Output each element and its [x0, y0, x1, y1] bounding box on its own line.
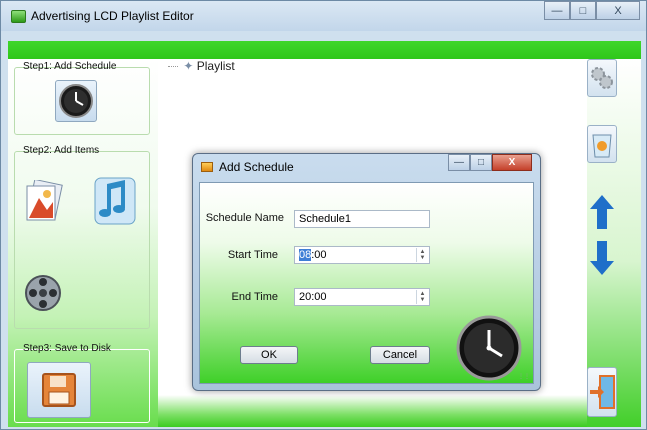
ok-button[interactable]: OK: [240, 346, 298, 364]
add-music-button[interactable]: [91, 174, 139, 228]
schedule-name-label: Schedule Name: [205, 212, 284, 224]
tree-node-icon: ✦: [183, 59, 194, 73]
close-icon: X: [614, 4, 622, 17]
title-bar[interactable]: Advertising LCD Playlist Editor — □ X: [1, 1, 646, 31]
end-time-spinner[interactable]: ▲ ▼: [416, 290, 428, 304]
add-image-button[interactable]: [21, 178, 65, 224]
add-schedule-dialog: Add Schedule — □ X Schedule Name Schedul…: [192, 153, 541, 391]
minimize-icon: —: [454, 157, 464, 168]
image-icon: [26, 180, 63, 221]
tree-line: [168, 66, 178, 68]
gear-icon: [591, 67, 613, 89]
arrow-up-icon: [590, 195, 614, 229]
start-time-minutes[interactable]: :00: [311, 249, 326, 261]
tree-root-label[interactable]: Playlist: [197, 59, 235, 73]
window-controls: — □ X: [544, 1, 640, 20]
step3-label: Step3: Save to Disk: [23, 343, 111, 354]
step3-group: Step3: Save to Disk: [14, 343, 150, 423]
dialog-icon: [201, 162, 213, 172]
step2-group: Step2: Add Items: [14, 145, 150, 329]
step2-label: Step2: Add Items: [23, 145, 100, 156]
floppy-disk-icon: [42, 373, 76, 407]
film-reel-icon: [25, 275, 61, 311]
cancel-button[interactable]: Cancel: [370, 346, 430, 364]
move-up-button[interactable]: [587, 191, 617, 233]
dialog-maximize-button[interactable]: □: [470, 154, 492, 171]
close-button[interactable]: X: [596, 1, 640, 20]
delete-button[interactable]: [587, 125, 617, 163]
close-icon: X: [508, 157, 516, 168]
app-icon: [11, 10, 26, 23]
left-steps-panel: Step1: Add Schedule Step2: Add Items Ste…: [8, 59, 158, 427]
end-time-value[interactable]: 20:00: [299, 291, 327, 303]
clock-icon: [59, 84, 93, 118]
recycle-bin-icon: [592, 134, 612, 158]
dialog-window-controls: — □ X: [448, 154, 532, 171]
maximize-button[interactable]: □: [570, 1, 596, 20]
start-time-spinner[interactable]: ▲ ▼: [416, 248, 428, 262]
move-down-button[interactable]: [587, 237, 617, 279]
window-title: Advertising LCD Playlist Editor: [31, 9, 194, 23]
music-note-icon: [94, 177, 136, 225]
add-schedule-button[interactable]: [55, 80, 97, 122]
resize-grip-icon[interactable]: ⋮⋮: [518, 373, 530, 380]
arrow-down-icon: [590, 241, 614, 275]
maximize-icon: □: [579, 4, 587, 17]
maximize-icon: □: [477, 157, 485, 168]
exit-door-icon: [590, 375, 615, 409]
add-video-button[interactable]: [21, 270, 65, 316]
dialog-close-button[interactable]: X: [492, 154, 532, 171]
exit-button[interactable]: [587, 367, 617, 417]
start-time-label: Start Time: [227, 249, 278, 261]
end-time-label: End Time: [231, 291, 278, 303]
dialog-body: Schedule Name Schedule1 Start Time 08:00…: [199, 182, 534, 384]
main-window: Advertising LCD Playlist Editor — □ X St…: [0, 0, 647, 430]
save-to-disk-button[interactable]: [27, 362, 91, 418]
settings-button[interactable]: [587, 59, 617, 97]
end-time-picker[interactable]: 20:00 ▲ ▼: [294, 288, 430, 306]
spin-down-icon[interactable]: ▼: [420, 255, 426, 261]
clock-icon: [456, 315, 522, 381]
minimize-button[interactable]: —: [544, 1, 570, 20]
step1-group: Step1: Add Schedule: [14, 61, 150, 135]
dialog-minimize-button[interactable]: —: [448, 154, 470, 171]
start-time-picker[interactable]: 08:00 ▲ ▼: [294, 246, 430, 264]
step1-label: Step1: Add Schedule: [23, 61, 117, 72]
spin-down-icon[interactable]: ▼: [420, 297, 426, 303]
right-actions-panel: [587, 59, 641, 427]
bottom-status-strip: [158, 395, 587, 427]
minimize-icon: —: [551, 4, 563, 17]
dialog-title: Add Schedule: [219, 160, 294, 174]
playlist-tree[interactable]: ✦ Playlist: [168, 59, 235, 73]
schedule-name-input[interactable]: Schedule1: [294, 210, 430, 228]
toolbar-strip: [8, 41, 641, 59]
start-time-hour-selected[interactable]: 08: [299, 249, 312, 261]
